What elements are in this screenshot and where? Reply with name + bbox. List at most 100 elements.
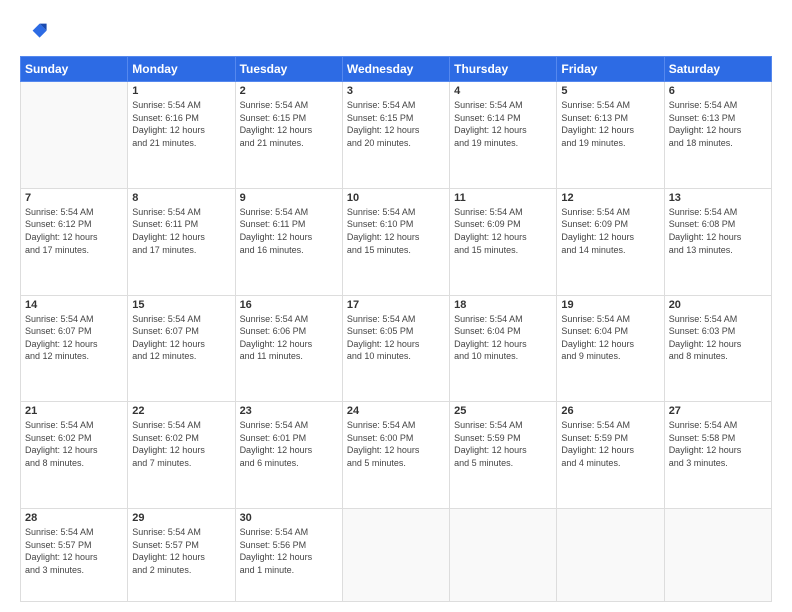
calendar-week-row: 21 Sunrise: 5:54 AM Sunset: 6:02 PM Dayli… bbox=[21, 402, 772, 509]
cell-info: Sunrise: 5:54 AM Sunset: 6:15 PM Dayligh… bbox=[240, 99, 338, 149]
calendar-cell: 4 Sunrise: 5:54 AM Sunset: 6:14 PM Daylig… bbox=[450, 82, 557, 189]
day-number: 5 bbox=[561, 85, 659, 97]
day-number: 15 bbox=[132, 299, 230, 311]
cell-info: Sunrise: 5:54 AM Sunset: 6:09 PM Dayligh… bbox=[561, 206, 659, 256]
day-number: 17 bbox=[347, 299, 445, 311]
weekday-header-friday: Friday bbox=[557, 57, 664, 82]
calendar-cell: 7Sunrise: 5:54 AM Sunset: 6:12 PM Daylig… bbox=[21, 188, 128, 295]
day-number: 26 bbox=[561, 405, 659, 417]
calendar-cell: 14 Sunrise: 5:54 AM Sunset: 6:07 PM Dayli… bbox=[21, 295, 128, 402]
day-number: 18 bbox=[454, 299, 552, 311]
calendar-cell: 16 Sunrise: 5:54 AM Sunset: 6:06 PM Dayli… bbox=[235, 295, 342, 402]
cell-info: Sunrise: 5:54 AM Sunset: 6:01 PM Dayligh… bbox=[240, 419, 338, 469]
cell-info: Sunrise: 5:54 AM Sunset: 6:04 PM Dayligh… bbox=[454, 313, 552, 363]
cell-info: Sunrise: 5:54 AM Sunset: 6:10 PM Dayligh… bbox=[347, 206, 445, 256]
calendar-cell: 5 Sunrise: 5:54 AM Sunset: 6:13 PM Daylig… bbox=[557, 82, 664, 189]
calendar-week-row: 28 Sunrise: 5:54 AM Sunset: 5:57 PM Dayli… bbox=[21, 509, 772, 602]
weekday-header-monday: Monday bbox=[128, 57, 235, 82]
cell-info: Sunrise: 5:54 AM Sunset: 5:57 PM Dayligh… bbox=[25, 526, 123, 576]
calendar-cell: 13 Sunrise: 5:54 AM Sunset: 6:08 PM Dayli… bbox=[664, 188, 771, 295]
cell-info: Sunrise: 5:54 AM Sunset: 6:05 PM Dayligh… bbox=[347, 313, 445, 363]
calendar-cell: 30 Sunrise: 5:54 AM Sunset: 5:56 PM Dayli… bbox=[235, 509, 342, 602]
day-number: 27 bbox=[669, 405, 767, 417]
calendar-cell: 17 Sunrise: 5:54 AM Sunset: 6:05 PM Dayli… bbox=[342, 295, 449, 402]
cell-info: Sunrise: 5:54 AM Sunset: 5:59 PM Dayligh… bbox=[561, 419, 659, 469]
calendar-table: SundayMondayTuesdayWednesdayThursdayFrid… bbox=[20, 56, 772, 602]
cell-info: Sunrise: 5:54 AM Sunset: 6:15 PM Dayligh… bbox=[347, 99, 445, 149]
day-number: 14 bbox=[25, 299, 123, 311]
calendar-cell: 11 Sunrise: 5:54 AM Sunset: 6:09 PM Dayli… bbox=[450, 188, 557, 295]
calendar-cell: 25 Sunrise: 5:54 AM Sunset: 5:59 PM Dayli… bbox=[450, 402, 557, 509]
day-number: 3 bbox=[347, 85, 445, 97]
calendar-cell: 28 Sunrise: 5:54 AM Sunset: 5:57 PM Dayli… bbox=[21, 509, 128, 602]
cell-info: Sunrise: 5:54 AM Sunset: 6:02 PM Dayligh… bbox=[25, 419, 123, 469]
weekday-header-sunday: Sunday bbox=[21, 57, 128, 82]
day-number: 8 bbox=[132, 192, 230, 204]
calendar-cell: 20Sunrise: 5:54 AM Sunset: 6:03 PM Dayli… bbox=[664, 295, 771, 402]
calendar-cell: 6 Sunrise: 5:54 AM Sunset: 6:13 PM Daylig… bbox=[664, 82, 771, 189]
calendar-cell bbox=[21, 82, 128, 189]
day-number: 10 bbox=[347, 192, 445, 204]
calendar-week-row: 1Sunrise: 5:54 AM Sunset: 6:16 PM Daylig… bbox=[21, 82, 772, 189]
calendar-cell: 15Sunrise: 5:54 AM Sunset: 6:07 PM Dayli… bbox=[128, 295, 235, 402]
day-number: 19 bbox=[561, 299, 659, 311]
day-number: 12 bbox=[561, 192, 659, 204]
day-number: 13 bbox=[669, 192, 767, 204]
cell-info: Sunrise: 5:54 AM Sunset: 6:09 PM Dayligh… bbox=[454, 206, 552, 256]
day-number: 23 bbox=[240, 405, 338, 417]
calendar-cell: 24 Sunrise: 5:54 AM Sunset: 6:00 PM Dayli… bbox=[342, 402, 449, 509]
calendar-cell: 21 Sunrise: 5:54 AM Sunset: 6:02 PM Dayli… bbox=[21, 402, 128, 509]
day-number: 11 bbox=[454, 192, 552, 204]
day-number: 2 bbox=[240, 85, 338, 97]
weekday-header-thursday: Thursday bbox=[450, 57, 557, 82]
day-number: 1 bbox=[132, 85, 230, 97]
calendar-cell: 19Sunrise: 5:54 AM Sunset: 6:04 PM Dayli… bbox=[557, 295, 664, 402]
calendar-cell: 29 Sunrise: 5:54 AM Sunset: 5:57 PM Dayli… bbox=[128, 509, 235, 602]
day-number: 25 bbox=[454, 405, 552, 417]
day-number: 7 bbox=[25, 192, 123, 204]
weekday-header-wednesday: Wednesday bbox=[342, 57, 449, 82]
calendar-cell: 9 Sunrise: 5:54 AM Sunset: 6:11 PM Daylig… bbox=[235, 188, 342, 295]
weekday-header-row: SundayMondayTuesdayWednesdayThursdayFrid… bbox=[21, 57, 772, 82]
day-number: 6 bbox=[669, 85, 767, 97]
calendar-cell: 2 Sunrise: 5:54 AM Sunset: 6:15 PM Daylig… bbox=[235, 82, 342, 189]
calendar-cell bbox=[664, 509, 771, 602]
weekday-header-tuesday: Tuesday bbox=[235, 57, 342, 82]
cell-info: Sunrise: 5:54 AM Sunset: 5:58 PM Dayligh… bbox=[669, 419, 767, 469]
calendar-cell: 22Sunrise: 5:54 AM Sunset: 6:02 PM Dayli… bbox=[128, 402, 235, 509]
weekday-header-saturday: Saturday bbox=[664, 57, 771, 82]
page: SundayMondayTuesdayWednesdayThursdayFrid… bbox=[0, 0, 792, 612]
cell-info: Sunrise: 5:54 AM Sunset: 5:56 PM Dayligh… bbox=[240, 526, 338, 576]
day-number: 24 bbox=[347, 405, 445, 417]
cell-info: Sunrise: 5:54 AM Sunset: 6:13 PM Dayligh… bbox=[669, 99, 767, 149]
day-number: 29 bbox=[132, 512, 230, 524]
logo-icon bbox=[20, 18, 48, 46]
cell-info: Sunrise: 5:54 AM Sunset: 5:57 PM Dayligh… bbox=[132, 526, 230, 576]
calendar-cell: 1Sunrise: 5:54 AM Sunset: 6:16 PM Daylig… bbox=[128, 82, 235, 189]
day-number: 9 bbox=[240, 192, 338, 204]
calendar-cell: 26 Sunrise: 5:54 AM Sunset: 5:59 PM Dayli… bbox=[557, 402, 664, 509]
calendar-cell: 27 Sunrise: 5:54 AM Sunset: 5:58 PM Dayli… bbox=[664, 402, 771, 509]
cell-info: Sunrise: 5:54 AM Sunset: 6:14 PM Dayligh… bbox=[454, 99, 552, 149]
cell-info: Sunrise: 5:54 AM Sunset: 6:06 PM Dayligh… bbox=[240, 313, 338, 363]
calendar-cell bbox=[450, 509, 557, 602]
cell-info: Sunrise: 5:54 AM Sunset: 6:08 PM Dayligh… bbox=[669, 206, 767, 256]
day-number: 21 bbox=[25, 405, 123, 417]
cell-info: Sunrise: 5:54 AM Sunset: 5:59 PM Dayligh… bbox=[454, 419, 552, 469]
calendar-week-row: 7Sunrise: 5:54 AM Sunset: 6:12 PM Daylig… bbox=[21, 188, 772, 295]
calendar-cell bbox=[342, 509, 449, 602]
calendar-cell: 10 Sunrise: 5:54 AM Sunset: 6:10 PM Dayli… bbox=[342, 188, 449, 295]
calendar-week-row: 14 Sunrise: 5:54 AM Sunset: 6:07 PM Dayli… bbox=[21, 295, 772, 402]
day-number: 22 bbox=[132, 405, 230, 417]
day-number: 16 bbox=[240, 299, 338, 311]
cell-info: Sunrise: 5:54 AM Sunset: 6:07 PM Dayligh… bbox=[25, 313, 123, 363]
day-number: 4 bbox=[454, 85, 552, 97]
calendar-cell: 12 Sunrise: 5:54 AM Sunset: 6:09 PM Dayli… bbox=[557, 188, 664, 295]
day-number: 30 bbox=[240, 512, 338, 524]
cell-info: Sunrise: 5:54 AM Sunset: 6:13 PM Dayligh… bbox=[561, 99, 659, 149]
calendar-cell: 8 Sunrise: 5:54 AM Sunset: 6:11 PM Daylig… bbox=[128, 188, 235, 295]
cell-info: Sunrise: 5:54 AM Sunset: 6:00 PM Dayligh… bbox=[347, 419, 445, 469]
cell-info: Sunrise: 5:54 AM Sunset: 6:11 PM Dayligh… bbox=[240, 206, 338, 256]
day-number: 28 bbox=[25, 512, 123, 524]
cell-info: Sunrise: 5:54 AM Sunset: 6:11 PM Dayligh… bbox=[132, 206, 230, 256]
